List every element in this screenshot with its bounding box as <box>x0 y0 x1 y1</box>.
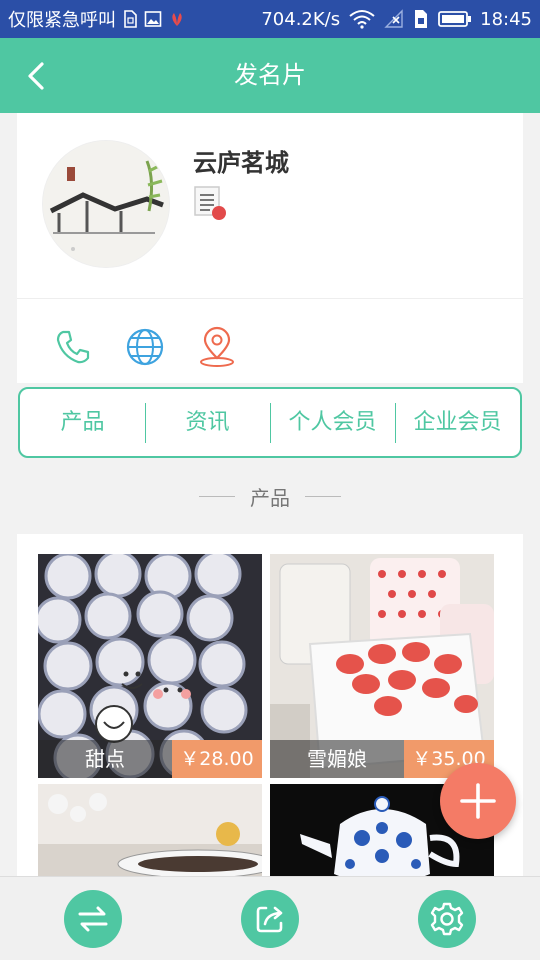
phone-button[interactable] <box>53 327 93 367</box>
product-card[interactable]: 甜点 ￥28.00 <box>38 554 262 778</box>
settings-button[interactable] <box>418 890 476 948</box>
share-button[interactable] <box>241 890 299 948</box>
section-title: 产品 <box>250 485 290 510</box>
swap-arrows-icon <box>78 906 108 932</box>
profile-card: 云庐茗城 <box>17 113 523 298</box>
tab-news[interactable]: 资讯 <box>145 402 270 443</box>
contact-row <box>17 298 523 383</box>
carrier-text: 仅限紧急呼叫 <box>8 10 116 31</box>
product-price: ￥28.00 <box>172 740 262 778</box>
product-card[interactable] <box>38 784 262 876</box>
product-image <box>38 784 262 876</box>
huawei-icon <box>168 11 186 27</box>
sim-card-icon <box>412 9 430 29</box>
website-button[interactable] <box>125 327 165 367</box>
share-icon <box>256 906 283 933</box>
company-name: 云庐茗城 <box>193 149 289 177</box>
signal-icon <box>384 9 404 29</box>
category-tabs: 产品 资讯 个人会员 企业会员 <box>18 387 522 458</box>
location-pin-icon <box>200 326 234 367</box>
wifi-icon <box>348 9 376 29</box>
sim-icon <box>122 10 138 28</box>
product-name: 雪媚娘 <box>270 740 404 778</box>
avatar[interactable] <box>43 141 169 267</box>
phone-icon <box>56 330 90 364</box>
tab-products[interactable]: 产品 <box>20 403 145 443</box>
product-name: 甜点 <box>38 740 172 778</box>
status-bar: 仅限紧急呼叫 704.2K/s 18:45 <box>0 0 540 38</box>
switch-button[interactable] <box>64 890 122 948</box>
avatar-image <box>43 141 169 267</box>
divider <box>199 495 235 497</box>
image-icon <box>144 10 162 28</box>
clock-time: 18:45 <box>480 8 532 30</box>
product-card[interactable]: 雪媚娘 ￥35.00 <box>270 554 494 778</box>
divider <box>305 495 341 497</box>
section-heading: 产品 <box>0 480 540 512</box>
bottom-toolbar <box>0 876 540 960</box>
location-button[interactable] <box>197 326 237 367</box>
app-bar: 发名片 <box>0 38 540 113</box>
battery-icon <box>438 10 472 28</box>
vip-badge-icon <box>193 185 226 220</box>
add-button[interactable] <box>440 763 516 839</box>
tab-enterprise-members[interactable]: 企业会员 <box>395 402 520 443</box>
network-speed: 704.2K/s <box>261 8 341 30</box>
gear-icon <box>430 902 464 936</box>
globe-icon <box>126 328 164 366</box>
plus-icon <box>460 783 496 819</box>
page-title: 发名片 <box>234 61 306 89</box>
product-grid: 甜点 ￥28.00 雪媚娘 ￥35.00 <box>17 534 523 876</box>
tab-personal-members[interactable]: 个人会员 <box>270 402 395 443</box>
